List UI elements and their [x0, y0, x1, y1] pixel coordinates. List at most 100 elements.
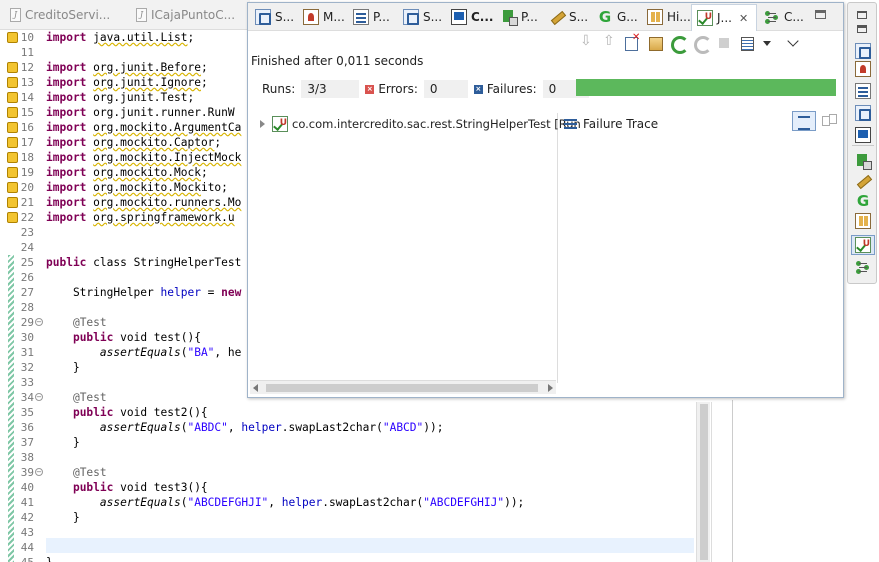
- code-line[interactable]: import org.mockito.Mock;: [46, 165, 208, 180]
- warning-icon[interactable]: [7, 212, 18, 223]
- tab-coverage[interactable]: C...: [759, 5, 807, 29]
- compare-results-icon[interactable]: [821, 113, 837, 129]
- tab-gradle[interactable]: G G...: [592, 5, 640, 29]
- fold-toggle-icon[interactable]: −: [35, 393, 43, 401]
- junit-icon[interactable]: [855, 237, 871, 253]
- markers-icon[interactable]: [855, 61, 871, 77]
- next-failure-icon[interactable]: [578, 33, 594, 51]
- warning-icon[interactable]: [7, 122, 18, 133]
- warning-icon[interactable]: [7, 137, 18, 148]
- warning-icon[interactable]: [7, 152, 18, 163]
- code-line[interactable]: import org.springframework.u: [46, 210, 235, 225]
- tab-servers[interactable]: S...: [250, 5, 296, 29]
- line-number: 44: [20, 541, 34, 554]
- expand-arrow-icon[interactable]: [260, 120, 265, 128]
- coverage-icon[interactable]: [855, 259, 871, 275]
- tab-properties[interactable]: P...: [348, 5, 396, 29]
- maximize-icon[interactable]: [857, 25, 867, 33]
- code-line[interactable]: }: [46, 510, 80, 525]
- view-menu-icon[interactable]: [786, 35, 802, 51]
- overview-ruler[interactable]: [711, 402, 729, 562]
- servers-icon[interactable]: [855, 43, 871, 59]
- code-line[interactable]: import org.mockito.InjectMock: [46, 150, 241, 165]
- code-line[interactable]: }: [46, 435, 80, 450]
- stop-icon[interactable]: [716, 35, 732, 51]
- history-icon[interactable]: [855, 213, 871, 229]
- tab-history[interactable]: Hi...: [642, 5, 691, 29]
- tab-junit[interactable]: J... ✕: [691, 4, 757, 31]
- warning-icon[interactable]: [7, 62, 18, 73]
- fold-toggle-icon[interactable]: −: [35, 468, 43, 476]
- code-line[interactable]: import org.mockito.Mockito;: [46, 180, 228, 195]
- close-icon[interactable]: ✕: [739, 12, 748, 25]
- history-dropdown-icon[interactable]: [762, 35, 771, 51]
- code-line[interactable]: import org.mockito.ArgumentCa: [46, 120, 241, 135]
- snippets-icon[interactable]: [855, 105, 871, 121]
- code-line[interactable]: public void test(){: [46, 330, 201, 345]
- code-line[interactable]: import java.util.List;: [46, 30, 194, 45]
- code-line[interactable]: import org.mockito.Captor;: [46, 135, 221, 150]
- minimize-icon[interactable]: [815, 10, 826, 19]
- code-line[interactable]: assertEquals("BA", he: [46, 345, 241, 360]
- previous-failure-icon[interactable]: [601, 33, 617, 51]
- test-tree[interactable]: co.com.intercredito.sac.rest.StringHelpe…: [250, 113, 581, 383]
- code-line[interactable]: public void test3(){: [46, 480, 208, 495]
- properties-icon[interactable]: [855, 83, 871, 99]
- code-line[interactable]: public class StringHelperTest: [46, 255, 241, 270]
- gradle-icon[interactable]: G: [855, 193, 871, 209]
- warning-icon[interactable]: [7, 92, 18, 103]
- warning-icon[interactable]: [7, 182, 18, 193]
- progress-icon[interactable]: [855, 153, 872, 170]
- line-number: 33: [20, 376, 34, 389]
- tab-progress[interactable]: P...: [496, 5, 544, 29]
- editor-tab-label: ICajaPuntoC...: [151, 8, 236, 22]
- console-icon[interactable]: [855, 127, 871, 143]
- editor-tab-credito-servi[interactable]: J CreditoServi...: [0, 0, 130, 30]
- errors-value: 0: [423, 80, 468, 98]
- warning-icon[interactable]: [7, 77, 18, 88]
- tab-markers[interactable]: M...: [298, 5, 346, 29]
- editor-tab-icaja-punto[interactable]: J ICajaPuntoC...: [126, 0, 250, 30]
- junit-view: S... M... P... S... C... P... S... G G...…: [247, 2, 844, 398]
- rerun-failed-first-icon[interactable]: [693, 35, 712, 54]
- scroll-thumb[interactable]: [700, 404, 708, 560]
- editor-vertical-scrollbar[interactable]: [696, 402, 710, 562]
- warning-icon[interactable]: [7, 167, 18, 178]
- code-line[interactable]: import org.junit.Before;: [46, 60, 208, 75]
- show-failures-only-icon[interactable]: [624, 32, 640, 51]
- code-line[interactable]: public void test2(){: [46, 405, 208, 420]
- fold-toggle-icon[interactable]: −: [35, 318, 43, 326]
- tab-label: G...: [617, 10, 638, 24]
- filter-stack-trace-icon[interactable]: [792, 111, 816, 131]
- tab-snippets[interactable]: S...: [398, 5, 444, 29]
- tab-console[interactable]: C...: [446, 5, 494, 29]
- code-line[interactable]: assertEquals("ABDC", helper.swapLast2cha…: [46, 420, 444, 435]
- warning-icon[interactable]: [7, 107, 18, 118]
- code-line[interactable]: import org.junit.Ignore;: [46, 75, 208, 90]
- scroll-thumb[interactable]: [266, 384, 538, 392]
- code-line[interactable]: import org.junit.runner.RunW: [46, 105, 235, 120]
- tree-horizontal-scrollbar[interactable]: [250, 380, 556, 394]
- search-icon[interactable]: [855, 173, 871, 189]
- code-line[interactable]: @Test: [46, 315, 107, 330]
- code-line[interactable]: import org.mockito.runners.Mo: [46, 195, 241, 210]
- code-line[interactable]: assertEquals("ABCDEFGHJI", helper.swapLa…: [46, 495, 524, 510]
- code-line[interactable]: }: [46, 360, 80, 375]
- code-line[interactable]: }: [46, 555, 53, 562]
- scroll-left-icon[interactable]: [253, 384, 258, 392]
- tab-search[interactable]: S...: [544, 5, 592, 29]
- restore-icon[interactable]: [857, 11, 867, 19]
- scroll-right-icon[interactable]: [548, 384, 553, 392]
- warning-icon[interactable]: [7, 197, 18, 208]
- warning-icon[interactable]: [7, 32, 18, 43]
- scroll-lock-icon[interactable]: [647, 35, 663, 51]
- tree-item-test-class[interactable]: co.com.intercredito.sac.rest.StringHelpe…: [260, 116, 581, 132]
- tab-label: P...: [373, 10, 390, 24]
- code-line[interactable]: StringHelper helper = new: [46, 285, 241, 300]
- test-progress-bar: [576, 79, 836, 96]
- code-line[interactable]: @Test: [46, 465, 107, 480]
- rerun-test-icon[interactable]: [670, 35, 689, 54]
- code-line[interactable]: @Test: [46, 390, 107, 405]
- test-run-history-icon[interactable]: [739, 35, 755, 51]
- code-line[interactable]: import org.junit.Test;: [46, 90, 194, 105]
